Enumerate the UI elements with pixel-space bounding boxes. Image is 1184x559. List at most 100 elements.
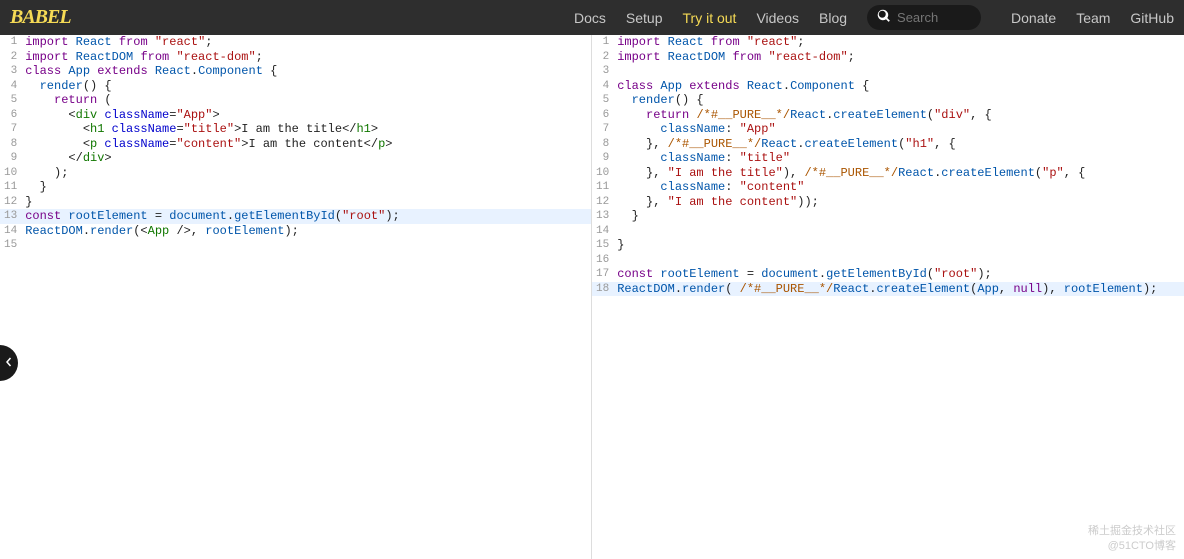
line-number: 8 (592, 137, 615, 152)
code-content[interactable]: } (23, 180, 591, 195)
code-line[interactable]: 2import ReactDOM from "react-dom"; (592, 50, 1184, 65)
code-content[interactable]: }, "I am the content")); (615, 195, 1184, 210)
code-line[interactable]: 9 </div> (0, 151, 591, 166)
code-line[interactable]: 2import ReactDOM from "react-dom"; (0, 50, 591, 65)
line-number: 15 (0, 238, 23, 253)
code-content[interactable]: import React from "react"; (615, 35, 1184, 50)
code-line[interactable]: 8 <p className="content">I am the conten… (0, 137, 591, 152)
code-line[interactable]: 11 } (0, 180, 591, 195)
nav-donate[interactable]: Donate (1011, 10, 1056, 26)
code-line[interactable]: 4class App extends React.Component { (592, 79, 1184, 94)
output-editor[interactable]: 1import React from "react";2import React… (592, 35, 1184, 559)
code-content[interactable]: <div className="App"> (23, 108, 591, 123)
code-content[interactable]: const rootElement = document.getElementB… (23, 209, 591, 224)
line-number: 1 (592, 35, 615, 50)
code-content[interactable]: className: "content" (615, 180, 1184, 195)
line-number: 12 (0, 195, 23, 210)
code-line[interactable]: 5 return ( (0, 93, 591, 108)
babel-logo[interactable]: BABEL (10, 6, 71, 29)
code-line[interactable]: 13const rootElement = document.getElemen… (0, 209, 591, 224)
line-number: 7 (592, 122, 615, 137)
code-line[interactable]: 7 <h1 className="title">I am the title</… (0, 122, 591, 137)
code-content[interactable] (615, 253, 1184, 268)
nav-docs[interactable]: Docs (574, 10, 606, 26)
code-content[interactable]: return ( (23, 93, 591, 108)
line-number: 1 (0, 35, 23, 50)
watermark-line1: 稀土掘金技术社区 (1088, 524, 1176, 538)
nav-team[interactable]: Team (1076, 10, 1110, 26)
nav-try-it-out[interactable]: Try it out (683, 10, 737, 26)
nav-setup[interactable]: Setup (626, 10, 663, 26)
code-content[interactable]: class App extends React.Component { (23, 64, 591, 79)
watermark-line2: @51CTO博客 (1088, 539, 1176, 553)
code-content[interactable]: }, /*#__PURE__*/React.createElement("h1"… (615, 137, 1184, 152)
code-line[interactable]: 3 (592, 64, 1184, 79)
line-number: 3 (0, 64, 23, 79)
code-line[interactable]: 6 return /*#__PURE__*/React.createElemen… (592, 108, 1184, 123)
code-content[interactable]: render() { (23, 79, 591, 94)
code-line[interactable]: 3class App extends React.Component { (0, 64, 591, 79)
code-line[interactable]: 12} (0, 195, 591, 210)
code-line[interactable]: 15} (592, 238, 1184, 253)
nav-blog[interactable]: Blog (819, 10, 847, 26)
code-content[interactable]: } (615, 209, 1184, 224)
code-content[interactable]: import ReactDOM from "react-dom"; (615, 50, 1184, 65)
code-content[interactable]: render() { (615, 93, 1184, 108)
code-line[interactable]: 10 ); (0, 166, 591, 181)
code-content[interactable]: class App extends React.Component { (615, 79, 1184, 94)
code-content[interactable]: <p className="content">I am the content<… (23, 137, 591, 152)
line-number: 14 (592, 224, 615, 239)
code-content[interactable]: <h1 className="title">I am the title</h1… (23, 122, 591, 137)
code-content[interactable]: }, "I am the title"), /*#__PURE__*/React… (615, 166, 1184, 181)
code-line[interactable]: 16 (592, 253, 1184, 268)
code-content[interactable] (615, 224, 1184, 239)
code-line[interactable]: 15 (0, 238, 591, 253)
line-number: 6 (0, 108, 23, 123)
code-line[interactable]: 1import React from "react"; (592, 35, 1184, 50)
code-content[interactable]: return /*#__PURE__*/React.createElement(… (615, 108, 1184, 123)
line-number: 9 (592, 151, 615, 166)
code-line[interactable]: 4 render() { (0, 79, 591, 94)
code-line[interactable]: 18ReactDOM.render( /*#__PURE__*/React.cr… (592, 282, 1184, 297)
code-content[interactable]: className: "title" (615, 151, 1184, 166)
code-content[interactable]: } (615, 238, 1184, 253)
line-number: 10 (592, 166, 615, 181)
code-line[interactable]: 14ReactDOM.render(<App />, rootElement); (0, 224, 591, 239)
nav-github[interactable]: GitHub (1130, 10, 1174, 26)
nav-videos[interactable]: Videos (756, 10, 799, 26)
code-line[interactable]: 7 className: "App" (592, 122, 1184, 137)
line-number: 11 (592, 180, 615, 195)
code-line[interactable]: 12 }, "I am the content")); (592, 195, 1184, 210)
code-content[interactable]: className: "App" (615, 122, 1184, 137)
line-number: 8 (0, 137, 23, 152)
line-number: 6 (592, 108, 615, 123)
search-input[interactable] (891, 8, 971, 27)
code-line[interactable]: 1import React from "react"; (0, 35, 591, 50)
code-content[interactable]: ReactDOM.render( /*#__PURE__*/React.crea… (615, 282, 1184, 297)
code-line[interactable]: 13 } (592, 209, 1184, 224)
code-line[interactable]: 10 }, "I am the title"), /*#__PURE__*/Re… (592, 166, 1184, 181)
code-content[interactable] (615, 64, 1184, 79)
search-box[interactable] (867, 5, 981, 30)
code-line[interactable]: 6 <div className="App"> (0, 108, 591, 123)
line-number: 18 (592, 282, 615, 297)
code-content[interactable]: ); (23, 166, 591, 181)
code-content[interactable]: const rootElement = document.getElementB… (615, 267, 1184, 282)
code-line[interactable]: 8 }, /*#__PURE__*/React.createElement("h… (592, 137, 1184, 152)
code-line[interactable]: 17const rootElement = document.getElemen… (592, 267, 1184, 282)
line-number: 15 (592, 238, 615, 253)
code-content[interactable]: } (23, 195, 591, 210)
code-content[interactable]: import ReactDOM from "react-dom"; (23, 50, 591, 65)
code-content[interactable]: ReactDOM.render(<App />, rootElement); (23, 224, 591, 239)
code-content[interactable]: import React from "react"; (23, 35, 591, 50)
input-editor[interactable]: 1import React from "react";2import React… (0, 35, 592, 559)
line-number: 5 (0, 93, 23, 108)
code-content[interactable] (23, 238, 591, 253)
code-line[interactable]: 5 render() { (592, 93, 1184, 108)
code-line[interactable]: 14 (592, 224, 1184, 239)
line-number: 14 (0, 224, 23, 239)
line-number: 9 (0, 151, 23, 166)
code-content[interactable]: </div> (23, 151, 591, 166)
code-line[interactable]: 9 className: "title" (592, 151, 1184, 166)
code-line[interactable]: 11 className: "content" (592, 180, 1184, 195)
